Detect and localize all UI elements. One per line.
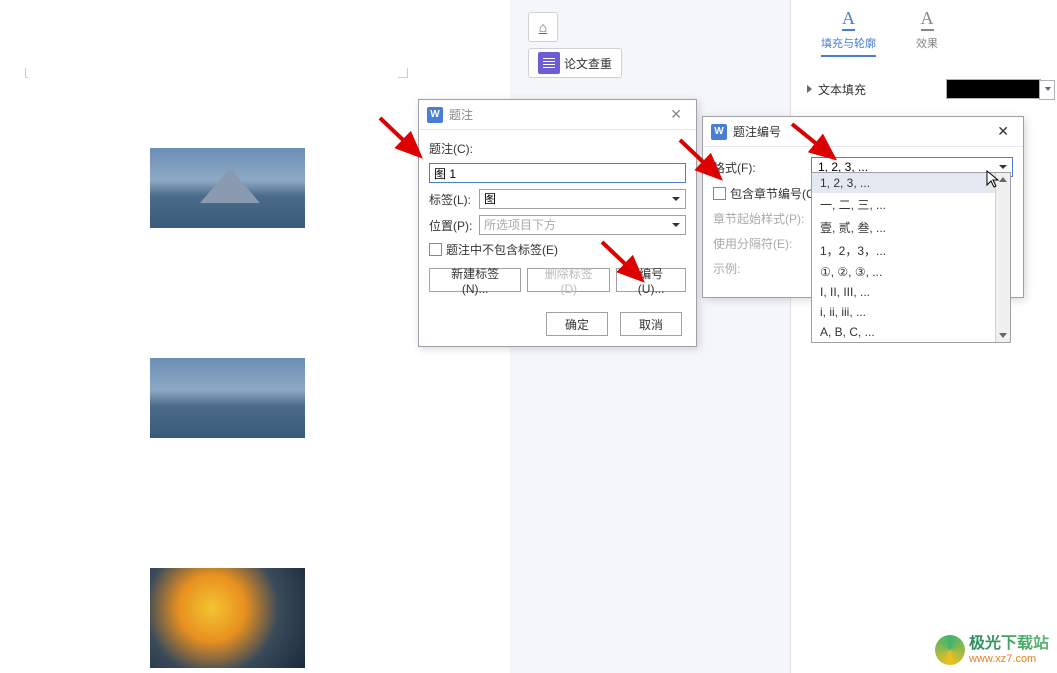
dropdown-option-2[interactable]: 壹, 贰, 叁, ... (812, 216, 995, 239)
new-tag-button[interactable]: 新建标签(N)... (429, 268, 521, 292)
dropdown-option-0[interactable]: 1, 2, 3, ... (812, 173, 995, 193)
caption-dialog-title: 题注 (449, 106, 473, 123)
tab-label-effects: 效果 (916, 35, 938, 51)
numbering-dialog-header[interactable]: W 题注编号 ✕ (703, 117, 1023, 147)
caption-field-label: 题注(C): (429, 140, 479, 157)
text-fill-label: 文本填充 (818, 81, 866, 98)
chevron-down-icon (999, 165, 1007, 169)
example-label: 示例: (713, 260, 811, 277)
format-dropdown-list: 1, 2, 3, ... 一, 二, 三, ... 壹, 贰, 叁, ... 1… (812, 173, 995, 342)
exclude-label-checkbox[interactable] (429, 243, 442, 256)
caption-dialog-close-icon[interactable]: ✕ (664, 104, 688, 125)
tag-field-label: 标签(L): (429, 191, 479, 208)
scroll-up-icon[interactable] (999, 177, 1007, 182)
dropdown-option-3[interactable]: 1，2，3，... (812, 239, 995, 262)
tab-icon-fill: A (842, 8, 855, 31)
mountain-shape (200, 168, 260, 203)
caption-dialog-header[interactable]: W 题注 ✕ (419, 100, 696, 130)
dropdown-scrollbar[interactable] (995, 173, 1010, 342)
underline-icon: ⌂ (539, 19, 547, 35)
thesis-check-icon (538, 52, 560, 74)
format-dropdown: 1, 2, 3, ... 一, 二, 三, ... 壹, 贰, 叁, ... 1… (811, 172, 1011, 343)
watermark-name: 极光下载站 (969, 635, 1049, 653)
underline-button[interactable]: ⌂ (528, 12, 558, 42)
exclude-label-text: 题注中不包含标签(E) (446, 241, 558, 258)
ok-button[interactable]: 确定 (546, 312, 608, 336)
watermark: 极光下载站 www.xz7.com (935, 635, 1049, 665)
include-chapter-checkbox[interactable] (713, 187, 726, 200)
include-chapter-label: 包含章节编号(C) (730, 185, 819, 202)
dropdown-option-5[interactable]: I, II, III, ... (812, 282, 995, 302)
tab-icon-effects: A (921, 8, 934, 31)
tab-label-fill: 填充与轮廓 (821, 35, 876, 51)
document-image-1[interactable] (150, 148, 305, 228)
tag-select[interactable]: 图 (479, 189, 686, 209)
page-margin-marker (25, 68, 28, 78)
app-icon: W (427, 107, 443, 123)
chevron-down-icon (672, 197, 680, 201)
position-select[interactable]: 所选项目下方 (479, 215, 686, 235)
dropdown-option-6[interactable]: i, ii, iii, ... (812, 302, 995, 322)
document-image-3[interactable] (150, 568, 305, 668)
caption-dialog-footer: 确定 取消 (419, 304, 696, 346)
color-swatch[interactable] (946, 79, 1041, 99)
dropdown-option-1[interactable]: 一, 二, 三, ... (812, 193, 995, 216)
tab-fill-outline[interactable]: A 填充与轮廓 (821, 8, 876, 57)
tag-select-value: 图 (484, 192, 496, 206)
format-label: 格式(F): (713, 159, 811, 176)
page-margin-marker-right (398, 68, 408, 78)
thesis-check-button[interactable]: 论文查重 (528, 48, 622, 78)
chevron-down-icon (672, 223, 680, 227)
color-dropdown-arrow-icon (1045, 87, 1051, 91)
position-field-label: 位置(P): (429, 217, 479, 234)
cancel-button[interactable]: 取消 (620, 312, 682, 336)
thesis-check-label: 论文查重 (564, 55, 612, 72)
text-fill-row: 文本填充 (791, 67, 1057, 111)
document-image-2[interactable] (150, 358, 305, 438)
delete-tag-button: 删除标签(D) (527, 268, 610, 292)
numbering-dialog-close-icon[interactable]: ✕ (991, 121, 1015, 142)
watermark-logo-icon (935, 635, 965, 665)
dropdown-option-4[interactable]: ①, ②, ③, ... (812, 262, 995, 282)
tab-effects[interactable]: A 效果 (916, 8, 938, 57)
chapter-style-label: 章节起始样式(P): (713, 210, 811, 227)
watermark-url: www.xz7.com (969, 653, 1049, 665)
dropdown-option-7[interactable]: A, B, C, ... (812, 322, 995, 342)
right-panel-tabs: A 填充与轮廓 A 效果 (791, 0, 1057, 57)
scroll-down-icon[interactable] (999, 333, 1007, 338)
caption-input[interactable] (429, 163, 686, 183)
caption-dialog: W 题注 ✕ 题注(C): 标签(L): 图 位置(P): 所选项目下方 (418, 99, 697, 347)
numbering-dialog-title: 题注编号 (733, 123, 781, 140)
numbering-button[interactable]: 编号(U)... (616, 268, 686, 292)
expand-triangle-icon (807, 85, 812, 93)
caption-dialog-body: 题注(C): 标签(L): 图 位置(P): 所选项目下方 题注中不包含标签(E… (419, 130, 696, 304)
position-select-value: 所选项目下方 (484, 218, 556, 232)
app-icon: W (711, 124, 727, 140)
text-fill-label-wrap[interactable]: 文本填充 (807, 81, 866, 98)
separator-label: 使用分隔符(E): (713, 235, 811, 252)
exclude-label-checkbox-row[interactable]: 题注中不包含标签(E) (429, 241, 686, 258)
